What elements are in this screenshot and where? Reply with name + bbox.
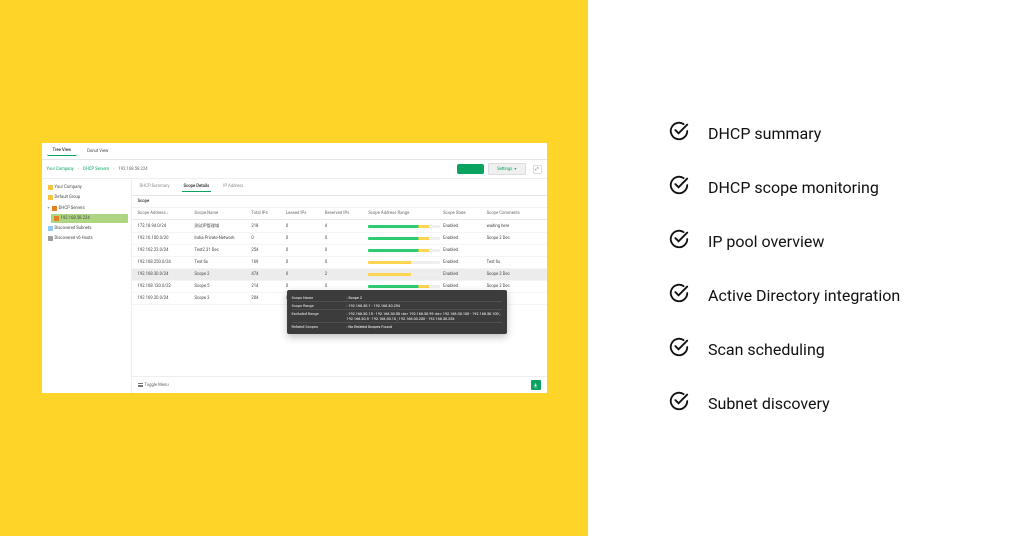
settings-button[interactable]: Settings ▾ [488,163,525,175]
feature-item: Scan scheduling [668,336,1024,362]
check-circle-icon [668,174,690,200]
check-circle-icon [668,120,690,146]
range-bar [368,285,440,288]
range-bar [368,273,440,276]
download-icon [533,383,538,388]
col-scope-address[interactable]: Scope Address▴ [138,211,192,216]
content-tabs: DHCP Summary Scope Details IP Address [132,179,547,196]
folder-icon [48,195,53,200]
tab-ip-address[interactable]: IP Address [221,182,245,192]
col-scope-name[interactable]: Scope Name [194,211,248,216]
table-row[interactable]: 192.168.30.0/24Scope 247402EnabledScope … [132,269,547,281]
sidebar-item-discovered-subnets[interactable]: Discovered Subnets [45,224,128,233]
check-circle-icon [668,228,690,254]
tooltip-label-scope-range: Scope Range [292,303,347,308]
range-bar [368,261,440,264]
marketing-left-panel: Tree View Donut View Your Company › DHCP… [0,0,588,536]
server-icon [54,216,59,221]
col-leased-ips[interactable]: Leased IPs [286,211,322,216]
check-circle-icon [668,336,690,362]
crumb-dhcp-servers[interactable]: DHCP Servers [83,167,109,172]
tab-scope-details[interactable]: Scope Details [182,182,212,192]
scope-tooltip: Scope Name: Scope 2 Scope Range: 192.168… [287,290,507,334]
table-row[interactable]: 172.18.94.0/24测试IP管理域21804Enabledwaiting… [132,220,547,233]
table-row[interactable]: 192.16.100.0/20India-Private-Network000E… [132,233,547,245]
bottombar: Toggle Menu [132,376,547,393]
feature-label: Active Directory integration [708,286,900,305]
chevron-down-icon: ▾ [514,166,516,172]
tooltip-value-excluded: : 192.168.30.15 - 192.168.30.50 <br> 192… [347,311,502,321]
tooltip-label-excluded: Excluded Range [292,311,347,321]
expand-icon[interactable]: ⤢ [533,165,542,174]
feature-item: IP pool overview [668,228,1024,254]
scope-table: Scope Address▴ Scope Name Total IPs Leas… [132,208,547,376]
folder-icon [48,185,53,190]
tab-dhcp-summary[interactable]: DHCP Summary [138,182,172,192]
table-row[interactable]: 192.168.250.0/24Test 6x16900EnabledTest … [132,257,547,269]
subnet-icon [48,226,53,231]
sidebar-item-server-ip[interactable]: 192.168.58.224 [51,214,128,223]
feature-label: Scan scheduling [708,340,825,359]
tab-tree-view[interactable]: Tree View [47,146,78,156]
add-button[interactable]: Add ▾ [457,164,485,174]
feature-label: Subnet discovery [708,394,830,413]
check-circle-icon [668,282,690,308]
feature-list: DHCP summary DHCP scope monitoring IP po… [588,0,1024,536]
col-scope-comments[interactable]: Scope Comments [487,211,541,216]
chevron-down-icon: ▾ [474,166,476,172]
range-bar [368,237,440,240]
check-circle-icon [668,390,690,416]
server-icon [52,206,57,211]
col-scope-range[interactable]: Scope Address Range [368,211,440,216]
app-screenshot: Tree View Donut View Your Company › DHCP… [42,143,547,393]
breadcrumb: Your Company › DHCP Servers › 192.168.58… [42,160,547,179]
scope-heading: Scope [132,196,547,208]
tab-donut-view[interactable]: Donut View [81,147,114,156]
table-row[interactable]: 192.162.23.0/24Test2 31 Dec25400Enabled [132,245,547,257]
range-bar [368,225,440,228]
table-header: Scope Address▴ Scope Name Total IPs Leas… [132,208,547,220]
sidebar-item-dhcp-servers[interactable]: ▾DHCP Servers [45,203,128,213]
tooltip-label-related: Related Scopes [292,324,347,329]
sort-icon: ▴ [167,211,169,215]
tooltip-value-related: : No Related Scopes Found [347,324,502,329]
sidebar-tree: Your Company Default Group ▾DHCP Servers… [42,179,132,393]
sidebar-item-company[interactable]: Your Company [45,183,128,192]
col-total-ips[interactable]: Total IPs [251,211,282,216]
top-view-tabs: Tree View Donut View [42,143,547,160]
feature-label: DHCP scope monitoring [708,178,879,197]
feature-label: IP pool overview [708,232,824,251]
tooltip-value-scope-name: : Scope 2 [347,295,502,300]
crumb-company[interactable]: Your Company [47,167,74,172]
col-scope-state[interactable]: Scope State [443,211,483,216]
feature-item: DHCP scope monitoring [668,174,1024,200]
tooltip-label-scope-name: Scope Name [292,295,347,300]
col-reserved-ips[interactable]: Reserved IPs [325,211,365,216]
host-icon [48,236,53,241]
toggle-menu-button[interactable]: Toggle Menu [138,383,169,388]
sidebar-item-discovered-v6-hosts[interactable]: Discovered v6 Hosts [45,234,128,243]
feature-label: DHCP summary [708,124,821,143]
export-button[interactable] [531,380,541,390]
feature-item: DHCP summary [668,120,1024,146]
crumb-current-server: 192.168.58.224 [118,167,147,172]
feature-item: Active Directory integration [668,282,1024,308]
sidebar-item-default-group[interactable]: Default Group [45,193,128,202]
range-bar [368,249,440,252]
hamburger-icon [138,383,143,386]
feature-item: Subnet discovery [668,390,1024,416]
tooltip-value-scope-range: : 192.168.30.1 - 192.168.30.254 [347,303,502,308]
